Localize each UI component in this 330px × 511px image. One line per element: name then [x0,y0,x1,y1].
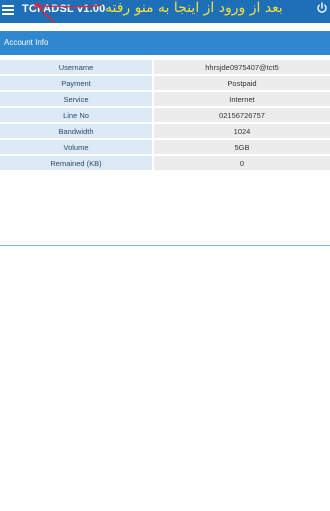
row-value: Internet [154,92,330,106]
table-row: Remained (KB) 0 [0,156,330,170]
power-icon[interactable] [316,2,328,14]
row-value: 0 [154,156,330,170]
table-row: Payment Postpaid [0,76,330,90]
row-label: Username [0,60,152,74]
table-row: Service Internet [0,92,330,106]
annotation-arrow-icon [33,2,103,23]
row-label: Volume [0,140,152,154]
account-info-header: Account Info [0,31,330,55]
content-divider [0,245,330,246]
table-row: Line No 02156726757 [0,108,330,122]
row-value: 02156726757 [154,108,330,122]
row-value: 1024 [154,124,330,138]
account-info-table: Username hhrsjde0975407@tct5 Payment Pos… [0,58,330,172]
row-value: Postpaid [154,76,330,90]
annotation-text: بعد از ورود از اینجا به منو رفته [105,0,283,16]
table-row: Volume 5GB [0,140,330,154]
row-value: hhrsjde0975407@tct5 [154,60,330,74]
row-label: Line No [0,108,152,122]
hamburger-menu-icon[interactable] [2,5,14,16]
table-row: Username hhrsjde0975407@tct5 [0,60,330,74]
row-label: Service [0,92,152,106]
row-label: Bandwidth [0,124,152,138]
row-label: Remained (KB) [0,156,152,170]
row-value: 5GB [154,140,330,154]
table-row: Bandwidth 1024 [0,124,330,138]
top-app-bar: TCI ADSL v1.00 بعد از ورود از اینجا به م… [0,0,330,23]
section-title: Account Info [4,38,49,47]
row-label: Payment [0,76,152,90]
